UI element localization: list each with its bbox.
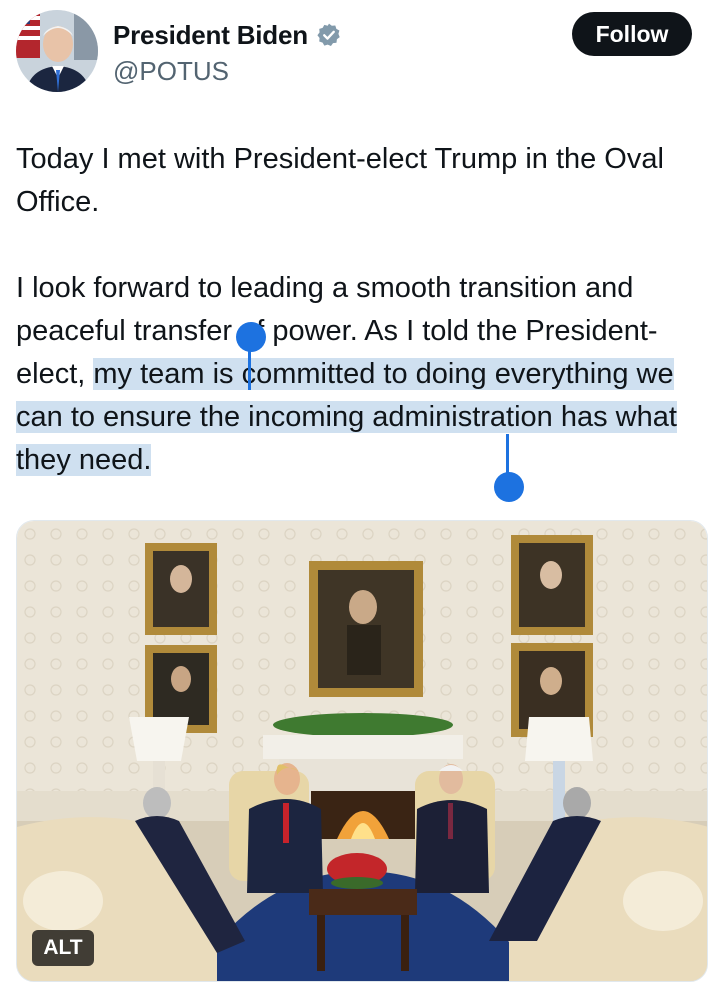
selection-end-handle[interactable] [494,472,524,502]
tweet-header: President Biden @POTUS Follow [16,10,708,94]
tweet-text[interactable]: Today I met with President-elect Trump i… [16,138,716,482]
alt-text-button[interactable]: ALT [32,930,94,966]
tweet-paragraph-1: Today I met with President-elect Trump i… [16,143,664,218]
follow-button[interactable]: Follow [572,12,692,56]
display-name[interactable]: President Biden [113,20,308,51]
author-names: President Biden @POTUS [113,16,342,87]
selection-start-caret [248,340,251,390]
tweet-paragraph-2: I look forward to leading a smooth trans… [16,267,716,482]
selected-text: my team is committed to doing everything… [16,358,677,476]
verified-badge-icon[interactable] [316,22,342,48]
tweet-photo[interactable] [16,520,708,982]
avatar-image [16,10,98,92]
oval-office-photo-icon [17,521,707,981]
display-name-row: President Biden [113,16,342,54]
author-handle[interactable]: @POTUS [113,56,342,87]
avatar[interactable] [16,10,98,92]
selection-start-handle[interactable] [236,322,266,352]
